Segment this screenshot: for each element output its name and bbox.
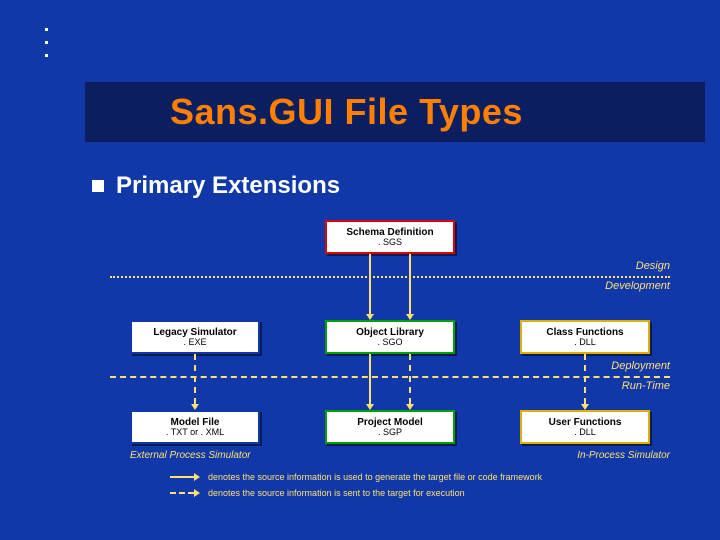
phase-development: Development: [605, 280, 670, 292]
box-objlib: Object Library . SGO: [325, 320, 455, 354]
title-band: Sans.GUI File Types: [85, 82, 705, 142]
phase-runtime: Run-Time: [622, 380, 670, 392]
box-title: Model File: [171, 417, 220, 428]
subtitle-row: Primary Extensions: [92, 172, 340, 200]
arrow-icon-dashed: [170, 489, 200, 497]
label-external-sim: External Process Simulator: [130, 450, 251, 461]
box-ext: . DLL: [574, 338, 596, 348]
box-ext: . TXT or . XML: [166, 428, 224, 438]
arrow-schema-to-objlib-2: [409, 254, 411, 320]
subtitle: Primary Extensions: [116, 172, 340, 200]
box-ext: . SGS: [378, 238, 402, 248]
legend-dashed: denotes the source information is sent t…: [170, 488, 465, 498]
box-ext: . SGP: [378, 428, 402, 438]
box-title: Legacy Simulator: [153, 327, 236, 338]
legend-solid: denotes the source information is used t…: [170, 472, 542, 482]
box-title: User Functions: [549, 417, 622, 428]
arrow-schema-to-objlib: [369, 254, 371, 320]
box-legacy: Legacy Simulator . EXE: [130, 320, 260, 354]
arrow-objlib-to-project-2: [409, 354, 411, 410]
square-bullet-icon: [92, 180, 104, 192]
arrow-icon-solid: [170, 473, 200, 481]
box-ext: . SGO: [377, 338, 402, 348]
label-inproc-sim: In-Process Simulator: [577, 450, 670, 461]
page-title: Sans.GUI File Types: [85, 91, 523, 133]
phase-deployment: Deployment: [611, 360, 670, 372]
box-project: Project Model . SGP: [325, 410, 455, 444]
box-ext: . DLL: [574, 428, 596, 438]
box-schema: Schema Definition . SGS: [325, 220, 455, 254]
phase-design: Design: [636, 260, 670, 272]
box-classfn: Class Functions . DLL: [520, 320, 650, 354]
box-title: Schema Definition: [346, 227, 433, 238]
box-title: Class Functions: [546, 327, 623, 338]
decorative-dots: [45, 28, 48, 67]
box-title: Object Library: [356, 327, 424, 338]
box-userfn: User Functions . DLL: [520, 410, 650, 444]
diagram: Schema Definition . SGS Design Developme…: [110, 210, 670, 510]
box-ext: . EXE: [183, 338, 206, 348]
divider-design: [110, 276, 670, 278]
arrow-objlib-to-project-1: [369, 354, 371, 410]
legend-text: denotes the source information is used t…: [208, 472, 542, 482]
box-modelfile: Model File . TXT or . XML: [130, 410, 260, 444]
legend-text: denotes the source information is sent t…: [208, 488, 465, 498]
arrow-legacy-to-model: [194, 354, 196, 410]
box-title: Project Model: [357, 417, 423, 428]
arrow-classfn-to-userfn: [584, 354, 586, 410]
